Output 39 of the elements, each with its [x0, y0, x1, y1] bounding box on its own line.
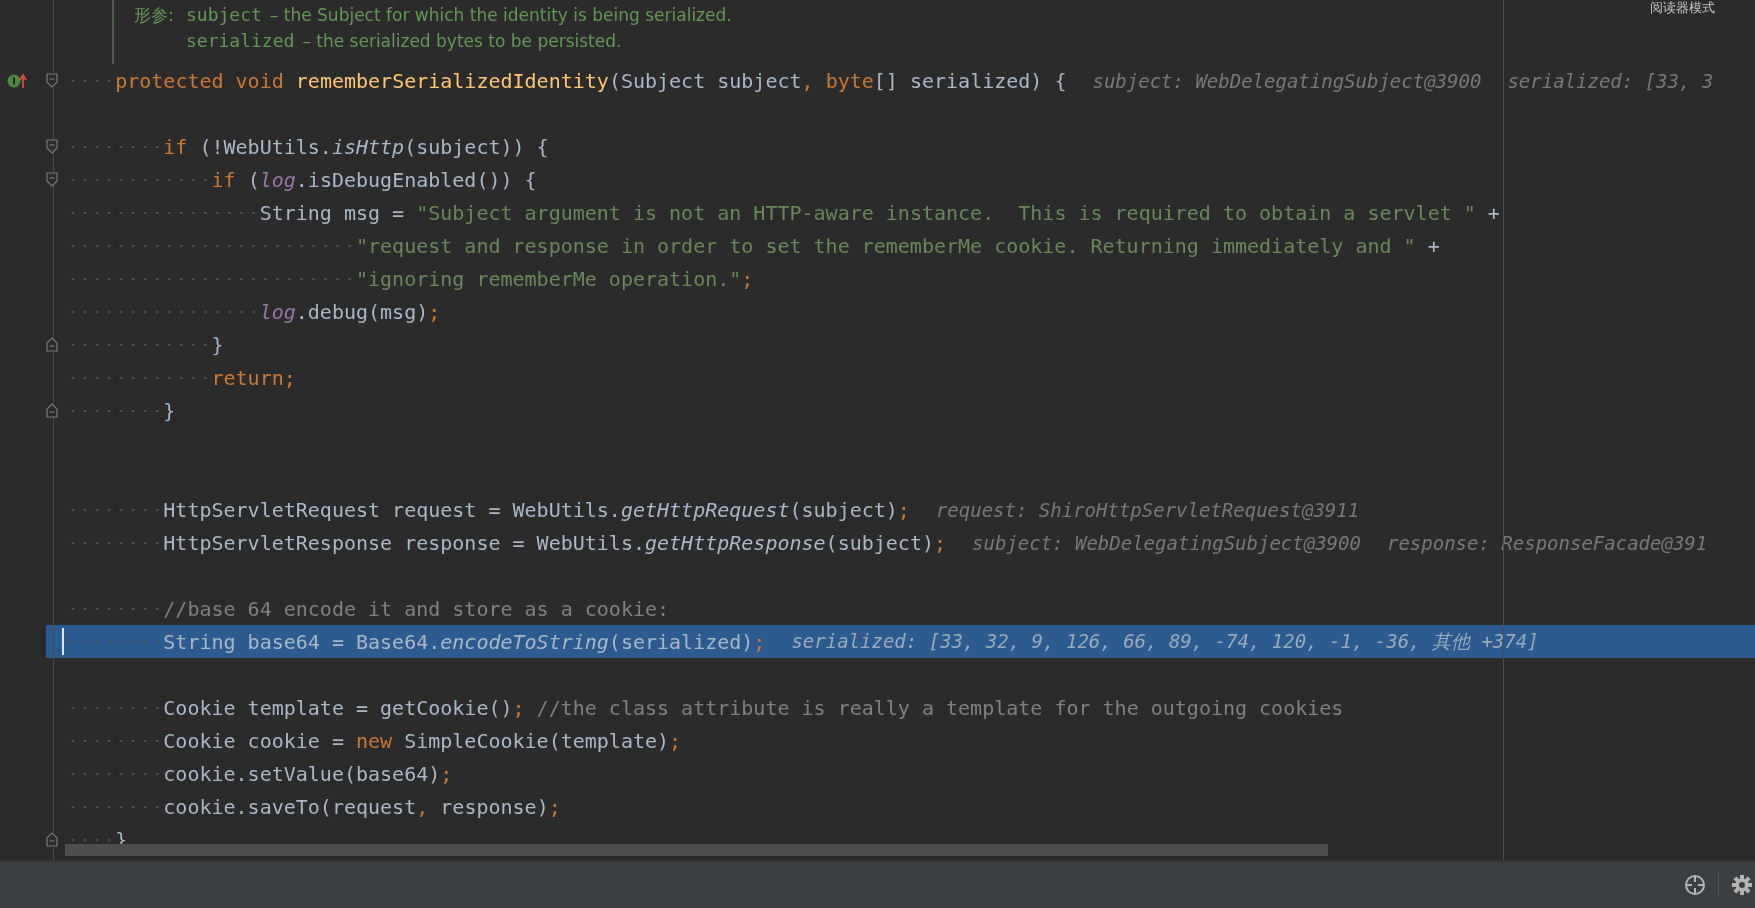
inline-debug-value: response: ResponseFacade@391: [1386, 531, 1708, 554]
horizontal-scrollbar[interactable]: [65, 844, 1328, 856]
param-description: – the serialized bytes to be persisted.: [302, 31, 622, 51]
code-line: log.debug(msg);: [259, 299, 441, 324]
code-line: String msg = "Subject argument is not an HTTP-aware instance. This is required to obtain a servlet " +: [259, 200, 1500, 225]
inline-debug-value: serialized: [33, 3: [1507, 69, 1714, 92]
param-name: serialized: [186, 30, 295, 51]
code-line: return;: [211, 365, 296, 390]
code-line: if (log.isDebugEnabled()) {: [211, 167, 537, 192]
code-line: HttpServletResponse response = WebUtils.getHttpResponse(subject);: [163, 530, 946, 555]
text-caret: [62, 628, 64, 655]
code-line: "ignoring rememberMe operation.";: [356, 266, 754, 291]
code-line: cookie.setValue(base64);: [163, 761, 453, 786]
doc-param-label: 形参:: [134, 4, 175, 27]
fold-icon[interactable]: [46, 73, 58, 88]
inline-debug-value: subject: WebDelegatingSubject@3900: [1092, 69, 1482, 92]
inline-debug-value: request: ShiroHttpServletRequest@3911: [935, 498, 1360, 521]
param-description: – the Subject for which the identity is being serialized.: [269, 5, 732, 25]
override-marker-icon[interactable]: [6, 71, 28, 90]
reader-mode-label[interactable]: 阅读器模式: [1650, 0, 1715, 15]
code-line: if (!WebUtils.isHttp(subject)) {: [163, 134, 549, 159]
code-line: }: [211, 332, 224, 357]
fold-icon[interactable]: [46, 172, 58, 187]
code-line: }: [163, 398, 176, 423]
fold-icon[interactable]: [46, 139, 58, 154]
code-line: cookie.saveTo(request, response);: [163, 794, 561, 819]
fold-icon[interactable]: [46, 403, 58, 418]
code-line: protected void rememberSerializedIdentity(Subject subject, byte[] serialized) {: [115, 68, 1067, 93]
param-name: subject: [186, 4, 262, 25]
code-line: Cookie cookie = new SimpleCookie(template);: [163, 728, 682, 753]
inline-debug-value: subject: WebDelegatingSubject@3900: [972, 531, 1361, 554]
fold-icon[interactable]: [46, 337, 58, 352]
code-line: //base 64 encode it and store as a cookie:: [163, 596, 670, 621]
crosshair-icon[interactable]: [1684, 874, 1706, 896]
fold-icon[interactable]: [46, 832, 58, 847]
code-line: HttpServletRequest request = WebUtils.getHttpRequest(subject);: [163, 497, 910, 522]
code-line: "request and response in order to set the rememberMe cookie. Returning immediately and " +: [356, 233, 1440, 258]
code-line: Cookie template = getCookie(); //the class attribute is really a template for the outgoing cookies: [163, 695, 1344, 720]
code-line: String base64 = Base64.encodeToString(serialized);: [163, 629, 766, 654]
